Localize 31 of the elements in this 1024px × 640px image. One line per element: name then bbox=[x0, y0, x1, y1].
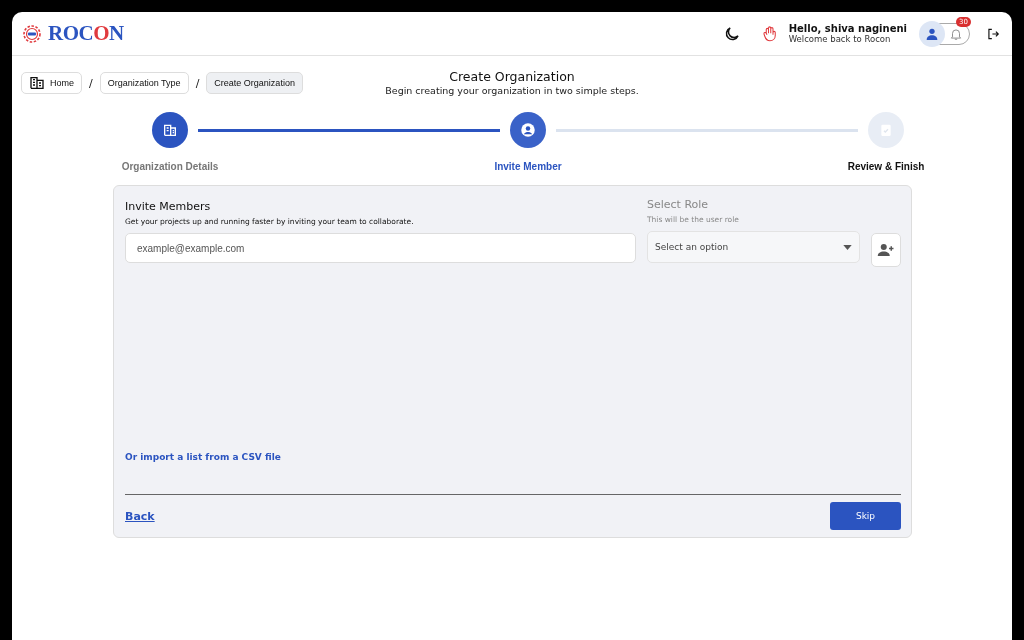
building-icon bbox=[29, 75, 45, 91]
logout-icon[interactable] bbox=[986, 26, 1000, 41]
avatar-button[interactable] bbox=[919, 20, 945, 47]
breadcrumb-link[interactable]: Create Organization bbox=[206, 72, 303, 94]
step-label: Review & Finish bbox=[847, 161, 925, 172]
back-link[interactable]: Back bbox=[125, 509, 155, 523]
caret-icon bbox=[843, 244, 852, 250]
step-label: Organization Details bbox=[121, 161, 219, 172]
building-icon bbox=[162, 122, 178, 138]
clipboard-check-icon bbox=[878, 122, 894, 138]
page-subtitle: Begin creating your organization in two simple steps. bbox=[385, 85, 639, 96]
bell-icon[interactable] bbox=[949, 26, 963, 41]
breadcrumb-separator: / bbox=[89, 76, 93, 90]
role-title: Select Role bbox=[647, 198, 710, 212]
waving-hand-icon bbox=[760, 24, 779, 43]
section-title: Invite Members bbox=[125, 200, 212, 214]
breadcrumb-separator: / bbox=[195, 76, 200, 90]
step-label: Invite Member bbox=[494, 161, 562, 172]
role-select-dropdown[interactable]: Select an option bbox=[647, 231, 860, 263]
welcome-text: Welcome back to Rocon bbox=[788, 34, 891, 44]
breadcrumb-link[interactable]: Home bbox=[21, 72, 82, 94]
user-icon bbox=[519, 121, 537, 139]
breadcrumb-link[interactable]: Organization Type bbox=[99, 72, 189, 94]
add-user-button[interactable] bbox=[871, 233, 901, 267]
logo-wordmark: ROCON bbox=[48, 21, 124, 46]
import-csv-link[interactable]: Or import a list from a CSV file bbox=[125, 452, 281, 462]
email-input-field[interactable]: example@example.com bbox=[125, 233, 636, 263]
page-title: Create Organization bbox=[449, 69, 575, 85]
skip-button[interactable]: Skip bbox=[830, 502, 901, 530]
add-user-icon bbox=[877, 241, 895, 259]
greeting-text: Hello, shiva nagineni bbox=[788, 23, 907, 34]
